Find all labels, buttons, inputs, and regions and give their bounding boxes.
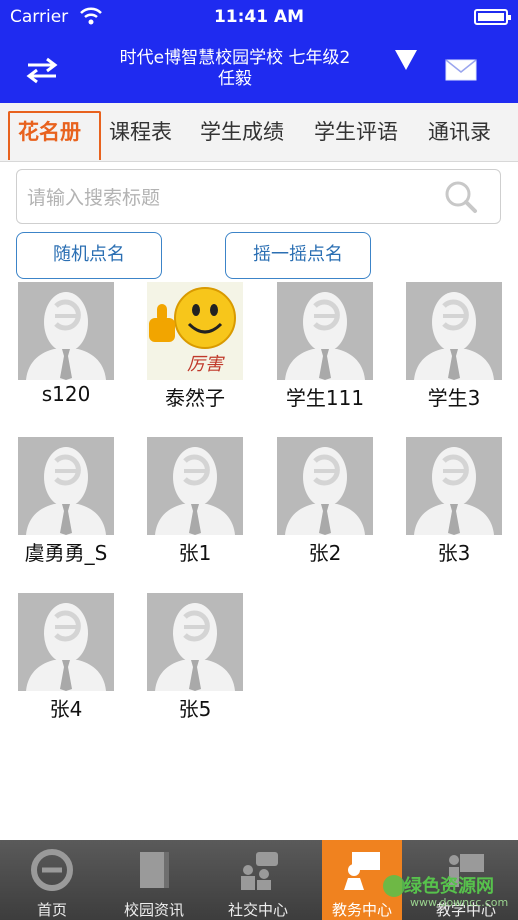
default-avatar-icon [18, 593, 114, 691]
status-bar: Carrier 11:41 AM [0, 0, 518, 34]
default-avatar-icon [277, 437, 373, 535]
student-card[interactable]: 学生111 [275, 282, 375, 422]
student-avatar [18, 282, 114, 380]
thumbs-up-smiley-icon: 厉害 [147, 282, 243, 380]
tab-schedule[interactable]: 课程表 [109, 103, 172, 161]
student-card[interactable]: 张5 [145, 593, 245, 733]
random-roll-button[interactable]: 随机点名 [16, 232, 162, 279]
status-time: 11:41 AM [213, 7, 305, 27]
tabbar-social[interactable]: 社交中心 [208, 840, 308, 920]
book-icon [140, 852, 169, 888]
student-name: 张5 [178, 697, 212, 721]
e-logo-icon [31, 849, 73, 891]
student-avatar [277, 437, 373, 535]
student-name: s120 [41, 382, 91, 406]
student-card[interactable]: s120 [16, 282, 116, 422]
student-card[interactable]: 张3 [404, 437, 504, 577]
student-card[interactable]: 张1 [145, 437, 245, 577]
tab-contacts[interactable]: 通讯录 [428, 103, 491, 161]
student-name: 虞勇勇_S [24, 541, 108, 565]
tab-grades[interactable]: 学生成绩 [200, 103, 284, 161]
student-avatar [147, 593, 243, 691]
school-class-label: 时代e博智慧校园学校 七年级2 [119, 48, 351, 68]
tabbar-label: 社交中心 [227, 901, 288, 919]
default-avatar-icon [277, 282, 373, 380]
student-avatar [18, 593, 114, 691]
student-card[interactable]: 学生3 [404, 282, 504, 422]
student-name: 张1 [178, 541, 212, 565]
student-name: 张3 [437, 541, 471, 565]
student-card[interactable]: 张4 [16, 593, 116, 733]
tab-comments[interactable]: 学生评语 [314, 103, 398, 161]
header: Carrier 11:41 AM 时代e博智慧校园学校 七年级2 任毅 [0, 0, 518, 103]
student-avatar [277, 282, 373, 380]
mail-icon[interactable] [445, 59, 477, 81]
tabbar-home[interactable]: 首页 [2, 840, 102, 920]
tabbar-campus-news[interactable]: 校园资讯 [104, 840, 204, 920]
teacher-name: 任毅 [218, 69, 252, 89]
people-chat-icon [241, 852, 278, 890]
student-card[interactable]: 厉害泰然子 [145, 282, 245, 422]
default-avatar-icon [406, 437, 502, 535]
battery-icon [474, 9, 511, 25]
default-avatar-icon [406, 282, 502, 380]
swap-arrows-icon[interactable] [25, 56, 59, 84]
tabbar-label: 首页 [36, 901, 67, 919]
default-avatar-icon [147, 593, 243, 691]
student-name: 泰然子 [165, 386, 225, 410]
teacher-icon [344, 852, 380, 890]
default-avatar-icon [18, 282, 114, 380]
active-tab-indicator [8, 111, 101, 160]
tabbar-label: 校园资讯 [123, 901, 184, 919]
search-box [16, 169, 501, 224]
student-avatar [406, 282, 502, 380]
student-avatar: 厉害 [147, 282, 243, 380]
search-icon[interactable] [444, 180, 478, 214]
search-input[interactable] [25, 178, 429, 217]
student-card[interactable]: 张2 [275, 437, 375, 577]
default-avatar-icon [147, 437, 243, 535]
default-avatar-icon [18, 437, 114, 535]
student-avatar [18, 437, 114, 535]
shake-roll-button[interactable]: 摇一摇点名 [225, 232, 371, 279]
student-name: 张4 [49, 697, 83, 721]
class-title: 时代e博智慧校园学校 七年级2 任毅 [95, 48, 375, 90]
student-name: 张2 [308, 541, 342, 565]
student-avatar [147, 437, 243, 535]
watermark-sub: www.downcc.com [410, 896, 509, 909]
svg-text:厉害: 厉害 [187, 354, 225, 375]
triangle-down-icon[interactable] [395, 50, 417, 70]
watermark-text: 绿色资源网 [404, 876, 494, 897]
student-name: 学生3 [427, 386, 481, 410]
student-avatar [406, 437, 502, 535]
student-card[interactable]: 虞勇勇_S [16, 437, 116, 577]
student-name: 学生111 [285, 386, 365, 410]
